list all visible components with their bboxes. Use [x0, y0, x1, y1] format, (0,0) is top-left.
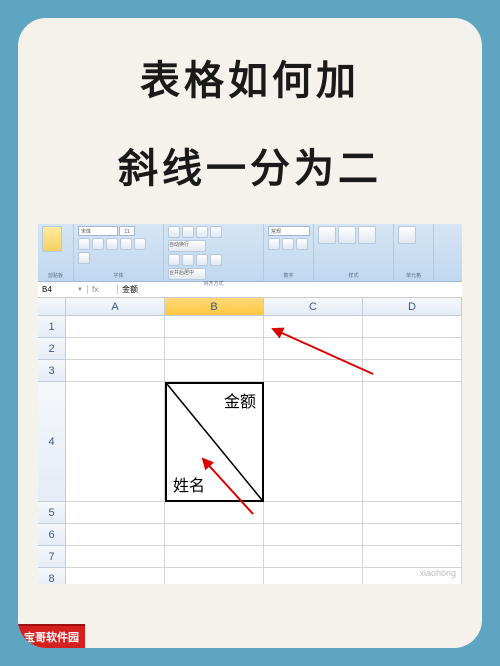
- cell[interactable]: [165, 568, 264, 584]
- ribbon: 剪贴板 宋体 11 字体: [38, 224, 462, 282]
- spreadsheet-grid: A B C D 1 2 3 4 金额: [38, 298, 462, 584]
- row-header-8[interactable]: 8: [38, 568, 66, 584]
- ribbon-section-number: 数字: [268, 272, 309, 279]
- row-header-7[interactable]: 7: [38, 546, 66, 568]
- font-size-select[interactable]: 11: [119, 226, 135, 236]
- align-right-button[interactable]: [196, 254, 208, 266]
- row-header-3[interactable]: 3: [38, 360, 66, 382]
- align-left-button[interactable]: [168, 254, 180, 266]
- format-button[interactable]: [398, 226, 416, 244]
- cell[interactable]: [66, 338, 165, 360]
- col-header-c[interactable]: C: [264, 298, 363, 316]
- fill-color-button[interactable]: [134, 238, 146, 250]
- cell[interactable]: [363, 524, 462, 546]
- number-format-select[interactable]: 常规: [268, 226, 310, 236]
- cell[interactable]: [363, 382, 462, 502]
- cell[interactable]: [165, 546, 264, 568]
- ribbon-section-clipboard: 剪贴板: [42, 272, 69, 279]
- comma-button[interactable]: [296, 238, 308, 250]
- cell[interactable]: [165, 338, 264, 360]
- source-badge: 宝哥软件园: [18, 624, 85, 648]
- cell[interactable]: [264, 524, 363, 546]
- title-line-1: 表格如何加: [38, 48, 462, 106]
- conditional-format-button[interactable]: [318, 226, 336, 244]
- font-name-select[interactable]: 宋体: [78, 226, 118, 236]
- border-button[interactable]: [120, 238, 132, 250]
- align-top-button[interactable]: [168, 226, 180, 238]
- row-header-4[interactable]: 4: [38, 382, 66, 502]
- cell[interactable]: [66, 316, 165, 338]
- cell[interactable]: [264, 502, 363, 524]
- col-header-b[interactable]: B: [165, 298, 264, 316]
- cell[interactable]: [66, 546, 165, 568]
- cell[interactable]: [165, 316, 264, 338]
- cell[interactable]: [165, 502, 264, 524]
- excel-window: 剪贴板 宋体 11 字体: [38, 224, 462, 584]
- underline-button[interactable]: [106, 238, 118, 250]
- select-all-corner[interactable]: [38, 298, 66, 316]
- cell-reference: B4: [42, 285, 52, 294]
- name-box[interactable]: B4 ▼: [38, 285, 88, 294]
- cell[interactable]: [66, 502, 165, 524]
- cell[interactable]: [264, 338, 363, 360]
- percent-button[interactable]: [282, 238, 294, 250]
- cell[interactable]: [363, 316, 462, 338]
- row-header-1[interactable]: 1: [38, 316, 66, 338]
- cell[interactable]: [264, 316, 363, 338]
- align-bottom-button[interactable]: [196, 226, 208, 238]
- align-middle-button[interactable]: [182, 226, 194, 238]
- cell[interactable]: [363, 502, 462, 524]
- formula-input[interactable]: 金额: [118, 284, 142, 295]
- cell[interactable]: [66, 568, 165, 584]
- merge-button[interactable]: 合并后居中: [168, 268, 206, 280]
- cell[interactable]: [165, 524, 264, 546]
- title-line-2: 斜线一分为二: [38, 136, 462, 194]
- cell[interactable]: [264, 382, 363, 502]
- watermark: xiaohong: [419, 568, 456, 578]
- font-color-button[interactable]: [78, 252, 90, 264]
- cell[interactable]: [264, 568, 363, 584]
- bold-button[interactable]: [78, 238, 90, 250]
- diagonal-cell[interactable]: 金额 姓名: [165, 382, 264, 502]
- ribbon-section-align: 对齐方式: [168, 280, 259, 287]
- row-header-6[interactable]: 6: [38, 524, 66, 546]
- chevron-down-icon: ▼: [77, 287, 83, 293]
- cell-style-button[interactable]: [358, 226, 376, 244]
- currency-button[interactable]: [268, 238, 280, 250]
- decrease-indent-button[interactable]: [210, 254, 222, 266]
- cell[interactable]: [264, 546, 363, 568]
- cell[interactable]: [66, 382, 165, 502]
- wrap-text-button[interactable]: 自动换行: [168, 240, 206, 252]
- cell[interactable]: [363, 360, 462, 382]
- ribbon-section-cells: 单元格: [398, 272, 429, 279]
- diagonal-bottom-label: 姓名: [173, 472, 205, 496]
- ribbon-section-style: 样式: [318, 272, 389, 279]
- cell[interactable]: [363, 338, 462, 360]
- cell[interactable]: [363, 546, 462, 568]
- col-header-d[interactable]: D: [363, 298, 462, 316]
- diagonal-top-label: 金额: [224, 388, 256, 412]
- paste-icon[interactable]: [42, 226, 62, 252]
- table-format-button[interactable]: [338, 226, 356, 244]
- cell[interactable]: [66, 524, 165, 546]
- align-center-button[interactable]: [182, 254, 194, 266]
- row-header-2[interactable]: 2: [38, 338, 66, 360]
- fx-label[interactable]: fx: [88, 285, 118, 294]
- ribbon-section-font: 字体: [78, 272, 159, 279]
- italic-button[interactable]: [92, 238, 104, 250]
- cell[interactable]: [165, 360, 264, 382]
- col-header-a[interactable]: A: [66, 298, 165, 316]
- cell[interactable]: [264, 360, 363, 382]
- cell[interactable]: [66, 360, 165, 382]
- row-header-5[interactable]: 5: [38, 502, 66, 524]
- orientation-button[interactable]: [210, 226, 222, 238]
